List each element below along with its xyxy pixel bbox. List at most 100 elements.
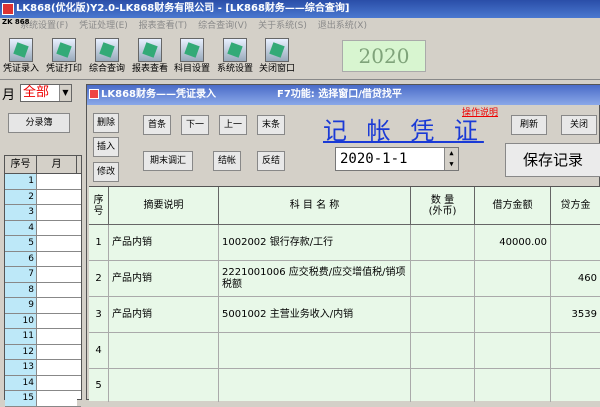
reverse-close-button[interactable]: 反结 [257,151,285,171]
cell-account[interactable]: 5001002 主营业务收入/内销 [219,297,411,332]
row-number: 10 [5,313,37,328]
row-month-cell[interactable] [37,282,77,297]
refresh-button[interactable]: 刷新 [511,115,547,135]
close-account-button[interactable]: 结帐 [213,151,241,171]
modify-button[interactable]: 修改 [93,162,119,182]
cell-credit[interactable]: 3539 [551,297,600,332]
cell-summary[interactable] [109,333,219,368]
date-spinner[interactable]: ▲ ▼ [444,148,458,170]
account-settings-button[interactable]: 科目设置 [172,38,212,78]
row-month-cell[interactable] [37,329,77,344]
row-month-cell[interactable] [37,313,77,328]
cell-debit[interactable] [475,369,551,402]
row-month-cell[interactable] [37,267,77,282]
cell-credit[interactable] [551,225,600,260]
cell-summary[interactable]: 产品内销 [109,297,219,332]
next-record-button[interactable]: 下一 [181,115,209,135]
ledger-button[interactable]: 分录簿 [8,113,70,133]
row-number: 5 [5,236,37,251]
save-record-button[interactable]: 保存记录 [505,143,600,177]
row-month-cell[interactable] [37,375,77,390]
cell-summary[interactable]: 产品内销 [109,225,219,260]
cell-seq: 4 [89,333,109,368]
table-row[interactable]: 13 [5,360,81,376]
row-month-cell[interactable] [37,205,77,220]
voucher-window-title: LK868财务——凭证录入 [101,89,216,100]
cell-seq: 5 [89,369,109,402]
cell-account[interactable]: 2221001006 应交税费/应交增值税/销项税额 [219,261,411,296]
cell-debit[interactable] [475,261,551,296]
table-row[interactable]: 4 [5,220,81,236]
menu-voucher-processing[interactable]: 凭证处理(E) [79,21,128,31]
query-button[interactable]: 综合查询 [87,38,127,78]
month-select[interactable]: 全部 ▼ [20,84,72,102]
cell-debit[interactable]: 40000.00 [475,225,551,260]
cell-credit[interactable] [551,369,600,402]
row-month-cell[interactable] [37,174,77,189]
table-row[interactable]: 2 产品内销 2221001006 应交税费/应交增值税/销项税额 460 [89,261,600,297]
table-row[interactable]: 5 [89,369,600,402]
close-window-button[interactable]: 关闭窗口 [257,38,297,78]
cell-quantity[interactable] [411,369,475,402]
first-record-button[interactable]: 首条 [143,115,171,135]
close-button[interactable]: 关闭 [561,115,597,135]
cell-debit[interactable] [475,297,551,332]
delete-button[interactable]: 删除 [93,113,119,133]
voucher-date-field[interactable]: 2020-1-1 ▲ ▼ [335,147,459,171]
cell-summary[interactable]: 产品内销 [109,261,219,296]
row-month-cell[interactable] [37,360,77,375]
table-row[interactable]: 11 [5,329,81,345]
table-row[interactable]: 12 [5,344,81,360]
cell-quantity[interactable] [411,225,475,260]
table-row[interactable]: 1 产品内销 1002002 银行存款/工行 40000.00 [89,225,600,261]
cell-summary[interactable] [109,369,219,402]
table-row[interactable]: 3 [5,205,81,221]
cell-account[interactable] [219,369,411,402]
cell-account[interactable]: 1002002 银行存款/工行 [219,225,411,260]
cell-debit[interactable] [475,333,551,368]
row-month-cell[interactable] [37,251,77,266]
row-number: 14 [5,375,37,390]
cell-credit[interactable]: 460 [551,261,600,296]
voucher-print-button[interactable]: 凭证打印 [44,38,84,78]
row-month-cell[interactable] [37,391,77,406]
row-month-cell[interactable] [37,189,77,204]
operation-guide-link[interactable]: 操作说明 [462,105,498,118]
table-row[interactable]: 2 [5,189,81,205]
cell-quantity[interactable] [411,261,475,296]
menu-report-view[interactable]: 报表查看(T) [139,21,188,31]
table-row[interactable]: 6 [5,251,81,267]
cell-quantity[interactable] [411,297,475,332]
table-row[interactable]: 7 [5,267,81,283]
cell-account[interactable] [219,333,411,368]
prev-record-button[interactable]: 上一 [219,115,247,135]
table-row[interactable]: 4 [89,333,600,369]
table-row[interactable]: 10 [5,313,81,329]
table-row[interactable]: 1 [5,174,81,190]
cell-seq: 1 [89,225,109,260]
table-row[interactable]: 14 [5,375,81,391]
row-month-cell[interactable] [37,298,77,313]
cell-credit[interactable] [551,333,600,368]
table-row[interactable]: 15 [5,391,81,407]
system-settings-button[interactable]: 系统设置 [215,38,255,78]
table-row[interactable]: 8 [5,282,81,298]
chevron-down-icon[interactable]: ▼ [59,85,71,101]
menu-exit[interactable]: 退出系统(X) [318,21,367,31]
report-view-button[interactable]: 报表查看 [130,38,170,78]
menu-query[interactable]: 综合查询(V) [198,21,247,31]
voucher-table-header: 序号 摘要说明 科 目 名 称 数 量 (外币) 借方金额 贷方金 [89,187,600,225]
insert-button[interactable]: 插入 [93,137,119,157]
period-end-adjust-button[interactable]: 期末调汇 [143,151,193,171]
row-month-cell[interactable] [37,344,77,359]
last-record-button[interactable]: 末条 [257,115,285,135]
voucher-entry-button[interactable]: 凭证录入 [1,38,41,78]
table-row[interactable]: 3 产品内销 5001002 主营业务收入/内销 3539 [89,297,600,333]
month-select-value: 全部 [23,85,50,100]
cell-quantity[interactable] [411,333,475,368]
table-row[interactable]: 5 [5,236,81,252]
row-month-cell[interactable] [37,236,77,251]
row-month-cell[interactable] [37,220,77,235]
table-row[interactable]: 9 [5,298,81,314]
menu-about[interactable]: 关于系统(S) [258,21,307,31]
